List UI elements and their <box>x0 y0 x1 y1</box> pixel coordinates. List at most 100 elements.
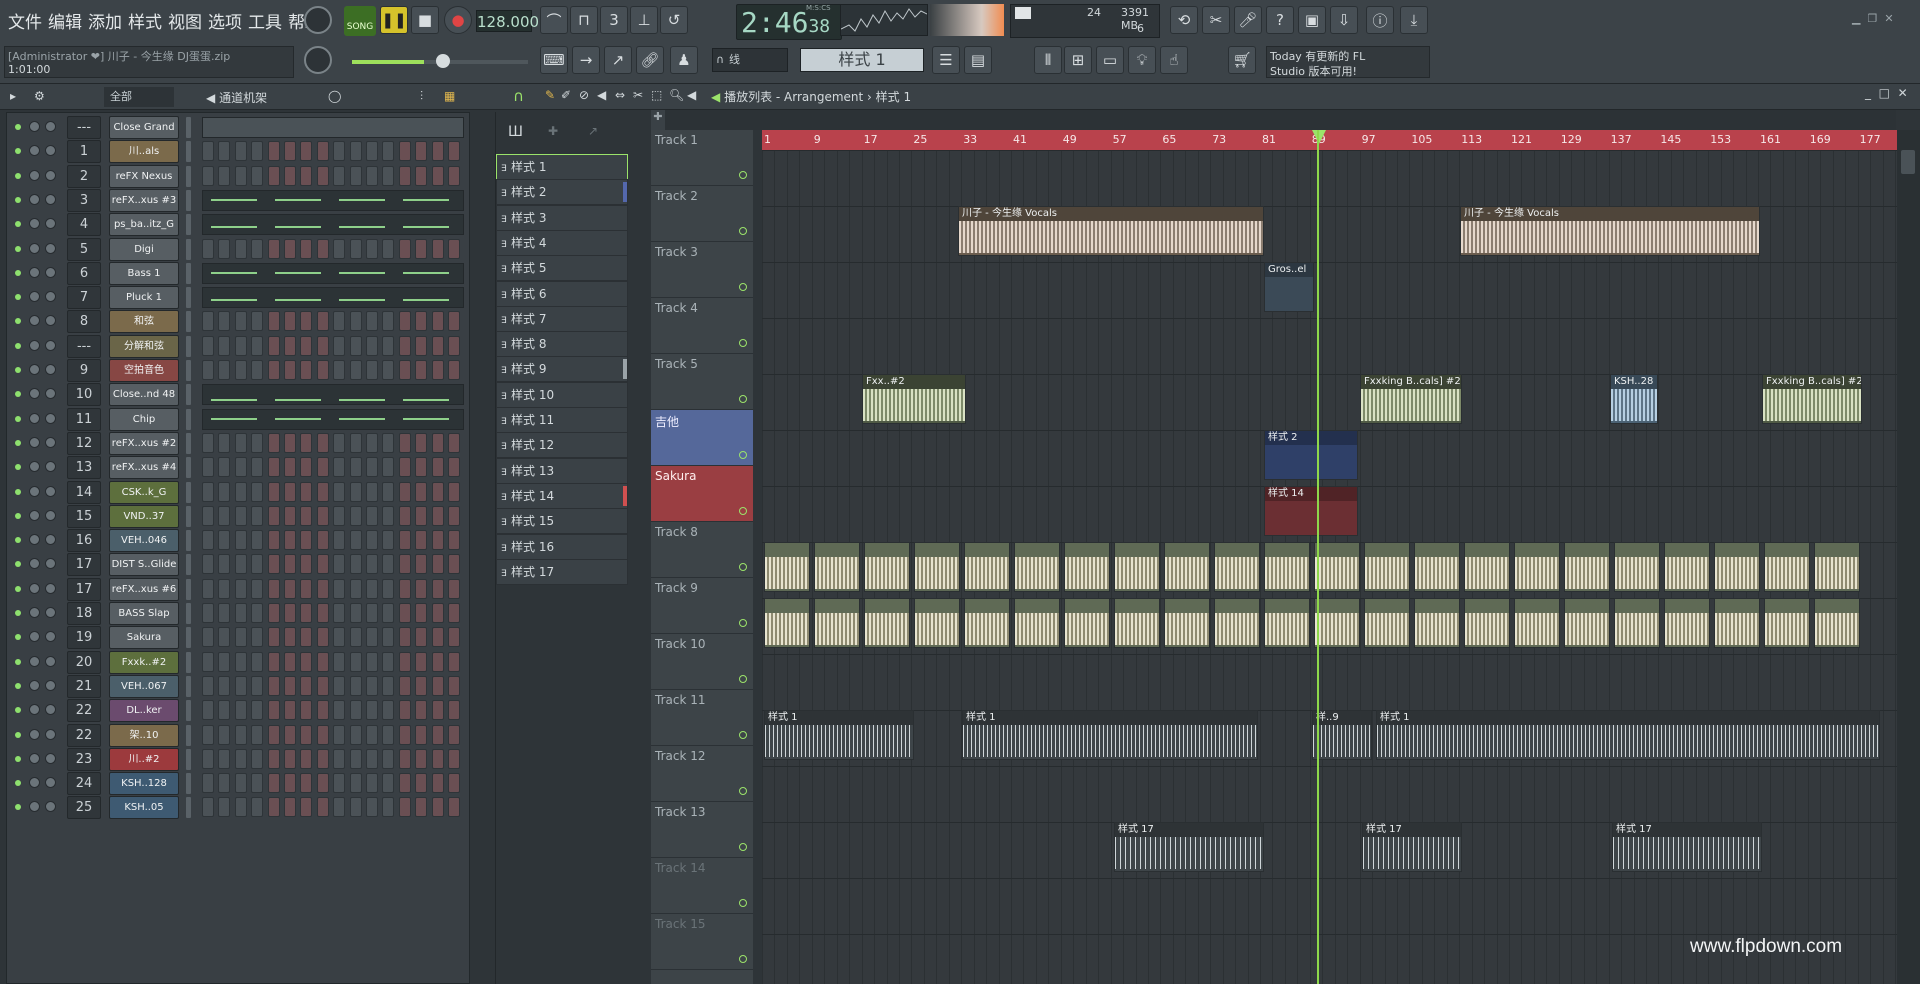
step-button[interactable] <box>234 578 247 599</box>
channel-volume-knob[interactable] <box>45 193 56 205</box>
plugin-picker-icon[interactable]: 💡︎ <box>1128 46 1156 74</box>
step-button[interactable] <box>300 651 313 672</box>
step-button[interactable] <box>398 432 411 453</box>
step-button[interactable] <box>218 432 231 453</box>
step-button[interactable] <box>300 530 313 551</box>
channel-mute-led[interactable] <box>15 707 21 714</box>
drum-loop-clip[interactable] <box>1214 542 1260 592</box>
step-sequencer[interactable] <box>202 505 464 527</box>
step-button[interactable] <box>349 773 362 794</box>
track-header[interactable]: Track 14 <box>651 858 753 914</box>
step-button[interactable] <box>415 530 428 551</box>
channel-piano-roll-preview[interactable] <box>202 408 464 430</box>
step-button[interactable] <box>382 432 395 453</box>
drum-loop-clip[interactable] <box>814 542 860 592</box>
step-button[interactable] <box>316 530 329 551</box>
step-button[interactable] <box>382 797 395 818</box>
step-button[interactable] <box>398 311 411 332</box>
step-button[interactable] <box>251 311 264 332</box>
drum-loop-clip[interactable] <box>1764 598 1810 648</box>
step-button[interactable] <box>398 603 411 623</box>
channel-mixer-track[interactable]: 2 <box>67 164 101 188</box>
channel-select[interactable] <box>186 384 191 406</box>
step-button[interactable] <box>300 505 313 526</box>
step-button[interactable] <box>366 554 378 575</box>
step-button[interactable] <box>251 724 264 745</box>
step-button[interactable] <box>366 700 378 721</box>
step-button[interactable] <box>202 700 214 721</box>
channel-volume-knob[interactable] <box>45 436 56 448</box>
step-button[interactable] <box>415 578 428 599</box>
step-button[interactable] <box>431 141 444 162</box>
cart-icon[interactable]: 🛒︎ <box>1228 46 1256 74</box>
delete-tool-icon[interactable]: ⊘ <box>579 88 589 102</box>
channel-mixer-track[interactable]: 10 <box>67 383 101 407</box>
channel-name[interactable]: DL..ker <box>109 699 179 723</box>
track-enable-led[interactable] <box>739 507 747 515</box>
channel-mixer-track[interactable]: 25 <box>67 796 101 820</box>
drum-loop-clip[interactable] <box>1164 598 1210 648</box>
channel-pan-knob[interactable] <box>29 655 40 667</box>
pattern-clip[interactable]: 样..9 <box>1312 710 1372 760</box>
step-button[interactable] <box>366 141 378 162</box>
step-button[interactable] <box>349 360 362 380</box>
step-button[interactable] <box>431 627 444 648</box>
channel-volume-knob[interactable] <box>45 169 56 181</box>
ksh-clip[interactable]: KSH..28 <box>1610 374 1658 424</box>
channel-name[interactable]: Digi <box>109 237 179 261</box>
channel-name[interactable]: Chip <box>109 407 179 431</box>
step-button[interactable] <box>333 627 346 648</box>
step-button[interactable] <box>251 627 264 648</box>
step-button[interactable] <box>316 651 329 672</box>
channel-pan-knob[interactable] <box>29 412 40 424</box>
step-button[interactable] <box>349 675 362 696</box>
channel-name[interactable]: reFX..xus #4 <box>109 456 179 480</box>
step-button[interactable] <box>234 603 247 623</box>
save-icon[interactable]: ▣ <box>1298 6 1326 34</box>
step-button[interactable] <box>267 141 280 162</box>
step-button[interactable] <box>316 432 329 453</box>
channel-name[interactable]: reFX..xus #6 <box>109 577 179 601</box>
channel-pan-knob[interactable] <box>29 582 40 594</box>
step-button[interactable] <box>284 627 296 648</box>
step-button[interactable] <box>267 627 280 648</box>
step-button[interactable] <box>382 311 395 332</box>
step-button[interactable] <box>284 797 296 818</box>
stop-button[interactable]: ■ <box>411 6 439 34</box>
channel-mixer-track[interactable]: 9 <box>67 359 101 382</box>
step-button[interactable] <box>333 748 346 769</box>
step-button[interactable] <box>284 603 296 623</box>
channel-name[interactable]: 川..als <box>109 140 179 164</box>
step-button[interactable] <box>218 335 231 356</box>
step-sequencer[interactable] <box>202 165 464 187</box>
track-header[interactable]: Track 3 <box>651 242 753 298</box>
drum-loop-clip[interactable] <box>1414 542 1460 592</box>
pattern-item[interactable]: ∃ 样式 1 <box>496 154 628 180</box>
channel-name[interactable]: Fxxk..#2 <box>109 650 179 674</box>
song-mode-toggle[interactable]: SONG <box>344 6 376 36</box>
channel-mixer-track[interactable]: 17 <box>67 553 101 577</box>
channel-volume-knob[interactable] <box>45 801 56 813</box>
channel-piano-roll-preview[interactable] <box>202 189 464 211</box>
drum-loop-clip[interactable] <box>1814 598 1860 648</box>
step-button[interactable] <box>349 797 362 818</box>
channel-volume-knob[interactable] <box>45 364 56 375</box>
step-button[interactable] <box>284 432 296 453</box>
drum-loop-clip[interactable] <box>864 542 910 592</box>
step-button[interactable] <box>333 675 346 696</box>
step-button[interactable] <box>218 724 231 745</box>
pattern-item[interactable]: ∃ 样式 11 <box>496 407 628 433</box>
step-button[interactable] <box>267 578 280 599</box>
channel-volume-knob[interactable] <box>45 218 56 230</box>
step-sequencer[interactable] <box>202 360 464 381</box>
step-button[interactable] <box>267 554 280 575</box>
step-button[interactable] <box>448 627 460 648</box>
step-button[interactable] <box>333 481 346 502</box>
step-button[interactable] <box>431 554 444 575</box>
link-icon[interactable]: 🔗︎ <box>636 46 664 74</box>
step-button[interactable] <box>398 530 411 551</box>
master-volume-slider[interactable] <box>352 54 528 68</box>
channel-name[interactable]: VEH..046 <box>109 529 179 553</box>
pattern-item[interactable]: ∃ 样式 16 <box>496 533 628 560</box>
step-button[interactable] <box>333 530 346 551</box>
